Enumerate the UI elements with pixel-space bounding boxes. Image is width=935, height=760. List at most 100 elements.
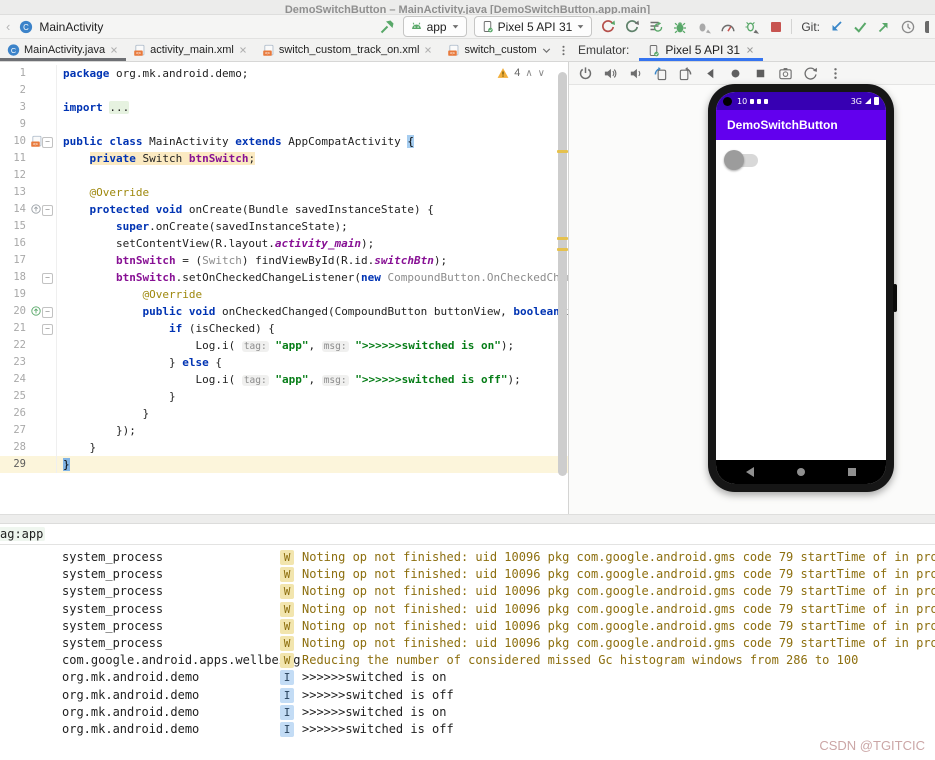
close-icon[interactable] <box>109 45 119 55</box>
back-chevron-icon[interactable]: ‹ <box>6 19 10 34</box>
log-process: com.google.android.apps.wellbeing <box>62 653 301 668</box>
power-icon[interactable] <box>578 66 593 81</box>
scrollbar-thumb[interactable] <box>558 72 567 476</box>
gutter <box>28 99 57 116</box>
device-phone-icon <box>647 44 660 57</box>
rotate-right-icon[interactable] <box>678 66 693 81</box>
editor-tab[interactable]: C MainActivity.java <box>0 39 127 61</box>
logcat-row[interactable]: com.google.android.apps.wellbeing W Reduci… <box>0 652 935 669</box>
code-line: 21 − if (isChecked) { <box>0 320 568 337</box>
apply-changes-icon[interactable] <box>599 18 616 35</box>
editor-tab[interactable]: <> switch_custom_track_off.xml <box>440 39 536 61</box>
logcat-row[interactable]: system_process W Noting op not finished: u… <box>0 566 935 583</box>
gutter <box>28 65 57 82</box>
close-icon[interactable] <box>238 45 248 55</box>
logcat-filter-query[interactable]: ag:app <box>0 527 46 541</box>
logcat-row[interactable]: system_process W Noting op not finished: u… <box>0 549 935 566</box>
code-text: btnSwitch = (Switch) findViewById(R.id.s… <box>115 254 448 267</box>
build-hammer-icon[interactable] <box>379 18 396 35</box>
fold-marker-icon[interactable]: − <box>42 137 53 148</box>
code-line: 26 } <box>0 405 568 422</box>
logcat-row[interactable]: system_process W Noting op not finished: u… <box>0 618 935 635</box>
logcat-row[interactable]: org.mk.android.demo I >>>>>>switched is on <box>0 704 935 721</box>
volume-down-icon[interactable] <box>628 66 643 81</box>
battery-icon <box>874 97 879 105</box>
code-line: 14 − protected void onCreate(Bundle saved… <box>0 201 568 218</box>
logcat-row[interactable]: system_process W Noting op not finished: u… <box>0 583 935 600</box>
attach-debugger-icon[interactable] <box>695 18 712 35</box>
logcat-filter-bar[interactable]: ag:app <box>0 524 935 545</box>
logcat-row[interactable]: org.mk.android.demo I >>>>>>switched is on <box>0 669 935 686</box>
debug-icon[interactable] <box>671 18 688 35</box>
log-process: system_process <box>62 567 164 582</box>
home-nav-icon[interactable] <box>797 468 805 476</box>
emulator-tab[interactable]: Pixel 5 API 31 <box>639 39 763 61</box>
fold-marker-icon[interactable]: − <box>42 273 53 284</box>
editor-scrollbar[interactable] <box>558 68 567 504</box>
breadcrumb-label[interactable]: MainActivity <box>39 20 103 34</box>
apply-code-changes-icon[interactable] <box>623 18 640 35</box>
warning-stripe-mark[interactable] <box>557 248 568 251</box>
volume-up-icon[interactable] <box>603 66 618 81</box>
screenshot-icon[interactable] <box>778 66 793 81</box>
device-dropdown[interactable]: Pixel 5 API 31 <box>473 16 593 37</box>
close-icon[interactable] <box>423 45 433 55</box>
logcat-row[interactable]: org.mk.android.demo I >>>>>>switched is of… <box>0 721 935 738</box>
code-text: } <box>63 390 176 403</box>
git-update-icon[interactable] <box>827 18 844 35</box>
panel-splitter[interactable] <box>0 515 935 524</box>
back-nav-icon[interactable] <box>746 467 754 477</box>
code-line: 1 package org.mk.android.demo; <box>0 65 568 82</box>
prev-warning-icon[interactable]: ∧ <box>525 68 532 79</box>
back-icon[interactable] <box>703 66 718 81</box>
run-coverage-icon[interactable] <box>647 18 664 35</box>
line-number: 20 <box>13 305 26 317</box>
editor-tab[interactable]: <> switch_custom_track_on.xml <box>255 39 441 61</box>
notification-icon <box>764 98 769 104</box>
history-icon[interactable] <box>899 18 916 35</box>
fold-marker-icon[interactable]: − <box>42 307 53 318</box>
tab-label: activity_main.xml <box>150 44 234 56</box>
xml-file-icon: <> <box>133 44 146 57</box>
overview-nav-icon[interactable] <box>848 468 856 476</box>
gutter <box>28 337 57 354</box>
fold-marker-icon[interactable]: − <box>42 324 53 335</box>
warning-stripe-mark[interactable] <box>557 237 568 240</box>
gutter <box>28 388 57 405</box>
stop-icon[interactable] <box>767 18 784 35</box>
code-text: } <box>63 458 70 471</box>
line-number: 14 <box>13 203 26 215</box>
profiler-icon[interactable] <box>719 18 736 35</box>
rotate-left-icon[interactable] <box>653 66 668 81</box>
logcat-row[interactable]: system_process W Noting op not finished: u… <box>0 635 935 652</box>
warning-stripe-mark[interactable] <box>557 150 568 153</box>
editor-tab[interactable]: <> activity_main.xml <box>126 39 255 61</box>
profile-app-icon[interactable] <box>743 18 760 35</box>
code-editor[interactable]: 1 package org.mk.android.demo; 2 3 import ..… <box>0 62 569 514</box>
switch-button[interactable] <box>724 148 760 172</box>
git-commit-icon[interactable] <box>851 18 868 35</box>
log-level-badge: I <box>280 670 294 686</box>
more-icon[interactable] <box>828 66 843 81</box>
gutter: − <box>28 269 57 286</box>
close-icon[interactable] <box>745 45 755 55</box>
logcat-output[interactable]: system_process W Noting op not finished: u… <box>0 545 935 739</box>
code-text: private Switch btnSwitch; <box>89 152 256 165</box>
tab-options-kebab-icon[interactable] <box>557 44 570 57</box>
logcat-row[interactable]: org.mk.android.demo I >>>>>>switched is of… <box>0 687 935 704</box>
tab-list-chevron-icon[interactable] <box>540 44 553 57</box>
gutter: <> − <box>28 133 57 150</box>
code-text: super.onCreate(savedInstanceState); <box>115 220 348 233</box>
gutter: − <box>28 201 57 218</box>
phone-screen[interactable]: 10 3G DemoSwitchButton <box>716 92 886 484</box>
fold-marker-icon[interactable]: − <box>42 205 53 216</box>
home-icon[interactable] <box>728 66 743 81</box>
overview-icon[interactable] <box>753 66 768 81</box>
next-warning-icon[interactable]: ∨ <box>538 68 545 79</box>
inspections-widget[interactable]: 4 ∧ ∨ <box>494 66 548 80</box>
git-push-icon[interactable] <box>875 18 892 35</box>
logcat-row[interactable]: system_process W Noting op not finished: u… <box>0 601 935 618</box>
snapshots-icon[interactable] <box>803 66 818 81</box>
run-config-dropdown[interactable]: app <box>402 16 467 37</box>
code-line: 27 }); <box>0 422 568 439</box>
